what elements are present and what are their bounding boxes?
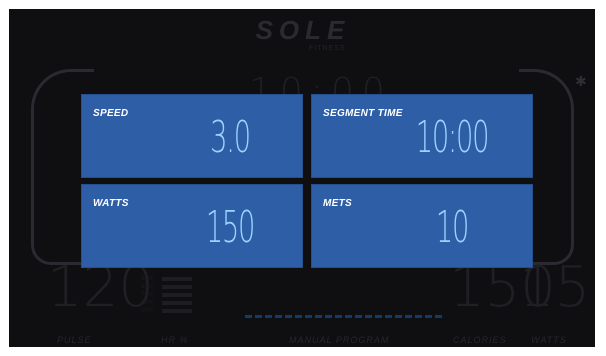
brand-subtitle: FITNESS: [309, 45, 346, 52]
watts-panel-value: 150: [205, 202, 256, 253]
hr-label: HR %: [161, 335, 189, 345]
console-screen: SOLE FITNESS ✱ 10:00 120 150 150 90% 80%…: [9, 9, 595, 347]
watts-panel-label: WATTS: [93, 198, 129, 209]
mets-label: METS: [323, 198, 352, 209]
pulse-label: PULSE: [57, 335, 92, 345]
program-profile-bar: [245, 315, 445, 318]
hr-zone-bars: [162, 277, 192, 317]
hr-percent-scale: 90% 80% 70% 60% 50%: [141, 275, 153, 315]
hr-percent-70: 70%: [141, 292, 154, 298]
hr-percent-80: 80%: [141, 284, 154, 290]
segment-time-value: 10:00: [415, 112, 490, 163]
mets-value: 10: [435, 202, 469, 253]
hr-percent-90: 90%: [141, 276, 154, 282]
watts-panel: WATTS 150: [81, 184, 303, 268]
speed-value: 3.0: [210, 112, 251, 163]
brand-logo: SOLE: [255, 15, 351, 45]
bluetooth-icon: ✱: [575, 73, 587, 89]
hr-percent-50: 50%: [141, 308, 154, 314]
watts-label: WATTS: [531, 335, 567, 345]
speed-label: SPEED: [93, 108, 129, 119]
speed-panel: SPEED 3.0: [81, 94, 303, 178]
hr-percent-60: 60%: [141, 300, 154, 306]
program-label: MANUAL PROGRAM: [289, 335, 390, 345]
segment-time-panel: SEGMENT TIME 10:00: [311, 94, 533, 178]
mets-panel: METS 10: [311, 184, 533, 268]
calories-label: CALORIES: [453, 335, 507, 345]
